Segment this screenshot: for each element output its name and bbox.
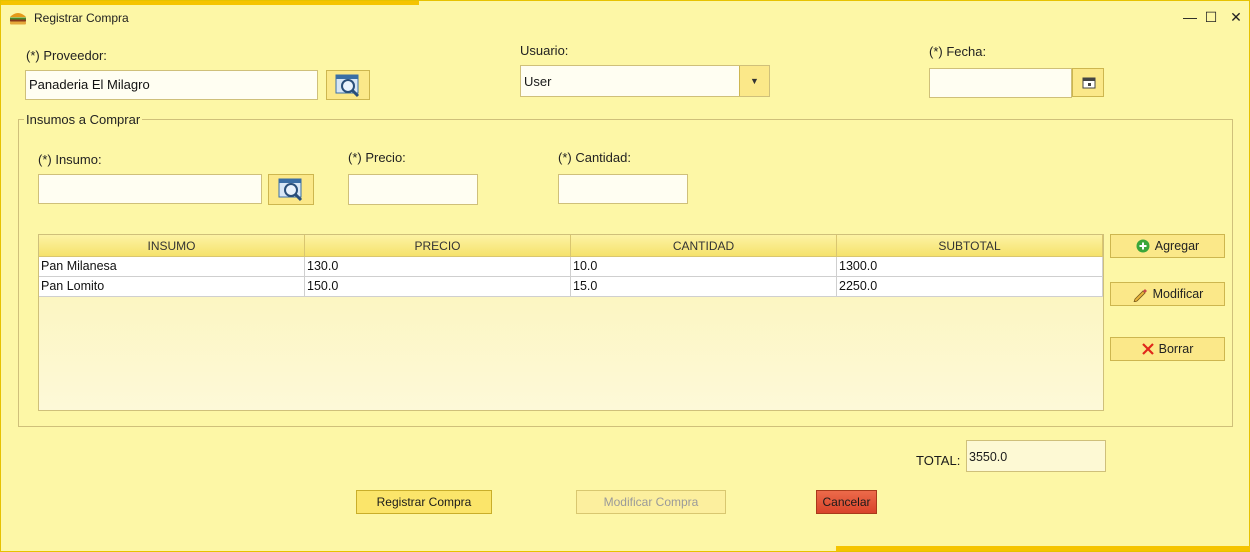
- close-button[interactable]: ✕: [1225, 7, 1247, 27]
- proveedor-field[interactable]: Panaderia El Milagro: [25, 70, 318, 100]
- table-cell[interactable]: 10.0: [571, 257, 837, 276]
- agregar-button[interactable]: Agregar: [1110, 234, 1225, 258]
- registrar-compra-button[interactable]: Registrar Compra: [356, 490, 492, 514]
- table-cell[interactable]: 2250.0: [837, 277, 1103, 296]
- table-header: INSUMO PRECIO CANTIDAD SUBTOTAL: [39, 235, 1103, 257]
- column-header-insumo[interactable]: INSUMO: [39, 235, 305, 256]
- add-icon: [1136, 239, 1150, 253]
- table-cell[interactable]: Pan Lomito: [39, 277, 305, 296]
- agregar-label: Agregar: [1154, 239, 1200, 253]
- usuario-select[interactable]: User ▼: [520, 65, 770, 97]
- cantidad-field[interactable]: [558, 174, 688, 204]
- total-label: TOTAL:: [916, 453, 961, 468]
- insumos-table: INSUMO PRECIO CANTIDAD SUBTOTAL Pan Mila…: [38, 234, 1104, 411]
- title-bar[interactable]: Registrar Compra — ☐ ✕: [1, 1, 1249, 33]
- maximize-button[interactable]: ☐: [1200, 7, 1222, 27]
- column-header-cantidad[interactable]: CANTIDAD: [571, 235, 837, 256]
- usuario-label: Usuario:: [520, 43, 569, 58]
- minimize-button[interactable]: —: [1179, 7, 1201, 27]
- burger-icon: [10, 13, 26, 25]
- calendar-button[interactable]: [1072, 68, 1104, 97]
- table-cell[interactable]: 1300.0: [837, 257, 1103, 276]
- pencil-icon: [1133, 289, 1147, 302]
- delete-icon: [1141, 343, 1154, 355]
- registrar-compra-window: Registrar Compra — ☐ ✕ (*) Proveedor: Pa…: [0, 0, 1250, 552]
- calendar-icon: [1082, 77, 1096, 89]
- column-header-precio[interactable]: PRECIO: [305, 235, 571, 256]
- window-title: Registrar Compra: [34, 11, 129, 25]
- insumo-field[interactable]: [38, 174, 262, 204]
- table-cell[interactable]: 150.0: [305, 277, 571, 296]
- insumos-group-title: Insumos a Comprar: [24, 112, 143, 127]
- fecha-label: (*) Fecha:: [929, 44, 987, 59]
- column-header-subtotal[interactable]: SUBTOTAL: [837, 235, 1103, 256]
- insumo-label: (*) Insumo:: [38, 152, 102, 167]
- search-insumo-button[interactable]: [268, 174, 314, 205]
- search-proveedor-button[interactable]: [326, 70, 370, 100]
- total-field: 3550.0: [966, 440, 1106, 472]
- table-cell[interactable]: 130.0: [305, 257, 571, 276]
- borrar-button[interactable]: Borrar: [1110, 337, 1225, 361]
- table-cell[interactable]: Pan Milanesa: [39, 257, 305, 276]
- modificar-compra-button[interactable]: Modificar Compra: [576, 490, 726, 514]
- chevron-down-icon[interactable]: ▼: [739, 66, 769, 96]
- precio-label: (*) Precio:: [348, 150, 406, 165]
- search-icon: [335, 74, 360, 98]
- table-row[interactable]: Pan Milanesa 130.0 10.0 1300.0: [39, 257, 1103, 277]
- modificar-button[interactable]: Modificar: [1110, 282, 1225, 306]
- table-cell[interactable]: 15.0: [571, 277, 837, 296]
- cancelar-button[interactable]: Cancelar: [816, 490, 877, 514]
- table-row[interactable]: Pan Lomito 150.0 15.0 2250.0: [39, 277, 1103, 297]
- modificar-label: Modificar: [1152, 287, 1204, 301]
- search-icon: [278, 178, 303, 202]
- precio-field[interactable]: [348, 174, 478, 205]
- cantidad-label: (*) Cantidad:: [558, 150, 631, 165]
- proveedor-label: (*) Proveedor:: [26, 48, 107, 63]
- usuario-value: User: [524, 74, 552, 89]
- borrar-label: Borrar: [1158, 342, 1194, 356]
- fecha-field[interactable]: [929, 68, 1072, 98]
